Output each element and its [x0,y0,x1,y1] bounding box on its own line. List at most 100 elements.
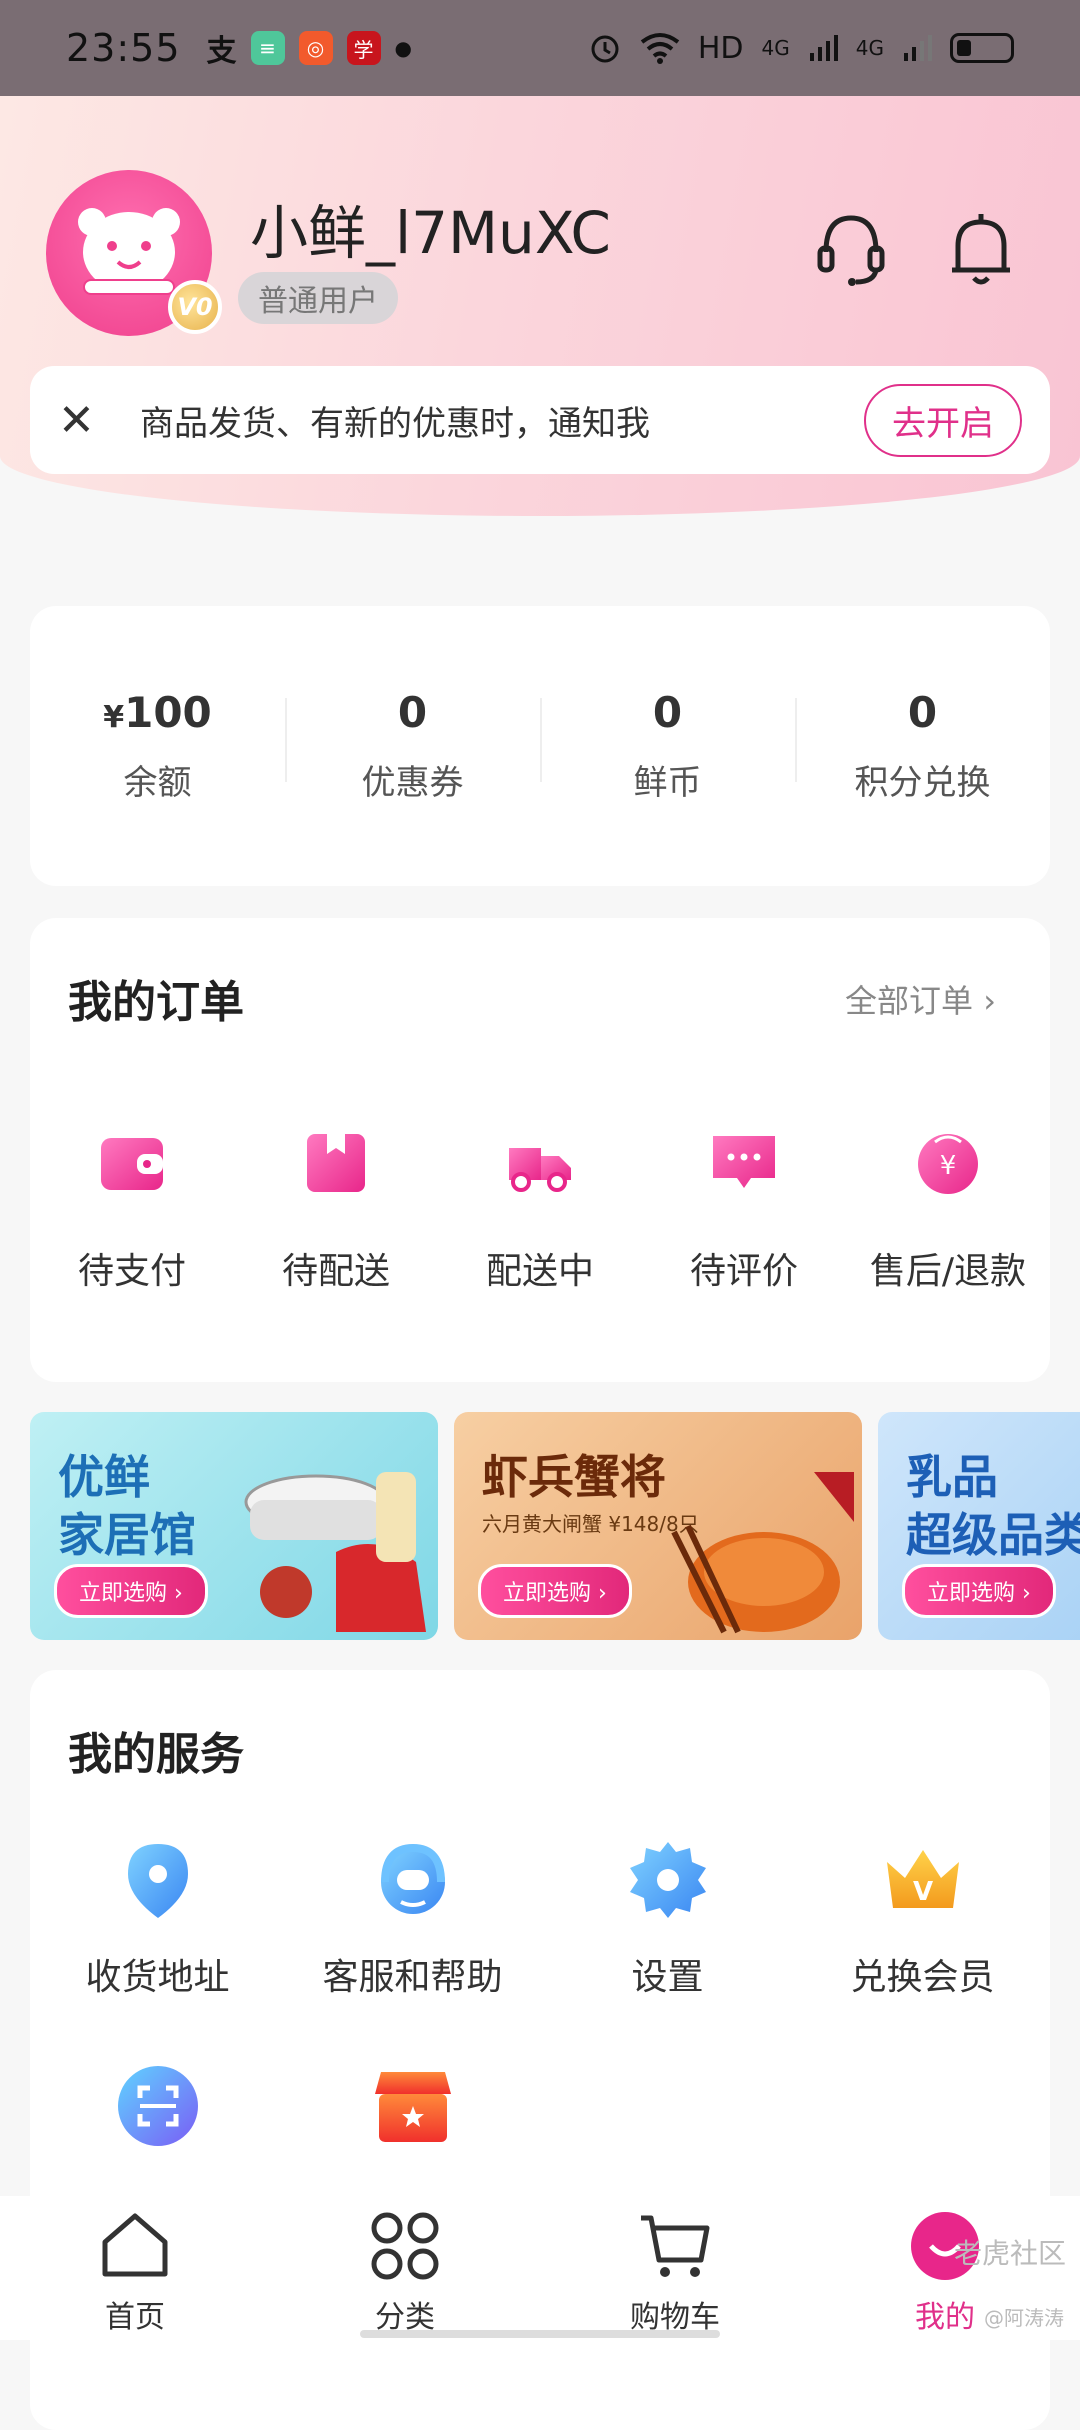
watermark-subtext: @阿涛涛 [984,2306,1064,2330]
asset-coupons[interactable]: 0 优惠券 [285,688,540,804]
service-help[interactable]: 客服和帮助 [285,1838,540,2064]
app-red-icon: 学 [346,31,381,65]
order-label: 待评价 [689,1251,798,1292]
banner-title-line1: 优鲜 [58,1450,150,1504]
tab-home[interactable]: 首页 [0,2196,270,2340]
banner-title: 乳品 超级品类 [906,1448,1080,1564]
comment-icon [713,1136,775,1188]
asset-label: 积分兑换 [854,763,991,803]
vip-badge: V0 [168,280,222,334]
username[interactable]: 小鲜_l7MuXC [250,186,611,270]
home-icon [102,2213,168,2277]
order-status-row: 待支付 待配送 配送中 待评价 ¥ 售后/退款 [30,1128,1050,1294]
refund-icon: ¥ [918,1134,978,1194]
banner-title-line1: 乳品 [906,1450,998,1504]
service-label: 客服和帮助 [322,1957,503,1998]
service-label: 设置 [631,1957,704,1998]
signal-icon-2 [904,35,932,61]
coins-value: 0 [652,688,683,737]
status-right: HD 4G 4G [588,31,1014,66]
service-label: 收货地址 [85,1957,230,1998]
service-membership[interactable]: V 兑换会员 [795,1838,1050,2064]
user-level-badge: 普通用户 [238,272,398,324]
signal-1-label: 4G [761,36,790,60]
wifi-icon [640,33,680,64]
banner-title: 优鲜 家居馆 [58,1448,196,1564]
notification-prompt-text: 商品发货、有新的优惠时，通知我 [140,403,650,444]
order-in-delivery[interactable]: 配送中 [438,1128,642,1294]
banner-dairy[interactable]: 乳品 超级品类 立即选购 › [878,1412,1080,1640]
location-icon [127,1844,188,1918]
banner-cta[interactable]: 立即选购 › [478,1564,632,1618]
tab-cart[interactable]: 购物车 [540,2196,810,2340]
order-after-sales[interactable]: ¥ 售后/退款 [846,1128,1050,1294]
banner-cta[interactable]: 立即选购 › [54,1564,208,1618]
watermark-text: 老虎社区 [953,2237,1066,2270]
network-label: HD [697,30,744,66]
order-label: 待支付 [77,1251,186,1292]
banner-title-line2: 超级品类 [906,1508,1080,1562]
status-bar: 23:55 支 ≡ ◎ 学 ● HD 4G 4G [0,0,1080,96]
order-pending-review[interactable]: 待评价 [642,1128,846,1294]
enable-notification-button[interactable]: 去开启 [864,383,1022,457]
order-pending-payment[interactable]: 待支付 [30,1128,234,1294]
box-icon [307,1134,365,1192]
service-settings[interactable]: 设置 [540,1838,795,2064]
bear-avatar-icon [78,208,180,295]
order-label: 售后/退款 [869,1251,1027,1292]
bottom-tab-bar: 首页 分类 购物车 我的 [0,2196,1080,2340]
assets-card: ¥100 余额 0 优惠券 0 鲜币 0 积分兑换 [30,606,1050,886]
orders-card: 我的订单 全部订单 › 待支付 待配送 配送中 待评价 ¥ 售后/退款 [30,918,1050,1382]
asset-value: ¥100 [30,688,285,737]
asset-coins[interactable]: 0 鲜币 [540,688,795,804]
headset-icon[interactable] [816,210,886,290]
clock: 23:55 [66,26,181,70]
order-label: 待配送 [281,1251,390,1292]
asset-balance[interactable]: ¥100 余额 [30,688,285,804]
crown-icon: V [886,1850,959,1908]
scan-icon [117,2066,198,2146]
order-label: 配送中 [485,1251,594,1292]
notification-prompt: ✕ 商品发货、有新的优惠时，通知我 去开启 [30,366,1050,474]
gear-icon [629,1842,706,1918]
services-title: 我的服务 [68,1729,244,1780]
notification-icons: 支 ≡ ◎ 学 ● [207,26,412,70]
currency-symbol: ¥ [103,700,125,735]
orders-title: 我的订单 [68,977,244,1028]
banner-crab[interactable]: 虾兵蟹将 六月黄大闸蟹 ¥148/8只 立即选购 › [454,1412,862,1640]
dot-icon: ● [394,36,412,60]
banner-title-line2: 家居馆 [58,1508,196,1562]
close-icon[interactable]: ✕ [58,395,118,446]
cart-icon [641,2215,710,2277]
cookware-image [244,1472,426,1632]
tab-category[interactable]: 分类 [270,2196,540,2340]
bell-icon[interactable] [946,210,1016,290]
banner-home-goods[interactable]: 优鲜 家居馆 立即选购 › [30,1412,438,1640]
asset-points[interactable]: 0 积分兑换 [795,688,1050,804]
alarm-icon [591,35,619,63]
order-pending-delivery[interactable]: 待配送 [234,1128,438,1294]
service-address[interactable]: 收货地址 [30,1838,285,2064]
crab-image [671,1472,854,1634]
points-value: 0 [907,688,938,737]
category-icon [371,2212,439,2280]
banner-title: 虾兵蟹将 [482,1450,666,1504]
svg-text:¥: ¥ [940,1151,957,1181]
alipay-icon: 支 [206,34,237,69]
asset-label: 优惠券 [361,763,464,803]
coupons-value: 0 [397,688,428,737]
balance-value: 100 [124,688,212,737]
home-indicator[interactable] [360,2330,720,2338]
asset-label: 余额 [123,763,192,803]
app-orange-icon: ◎ [298,31,333,65]
banner-cta[interactable]: 立即选购 › [902,1564,1056,1618]
promo-banners: 优鲜 家居馆 立即选购 › 虾兵蟹将 六月黄大闸蟹 ¥148/8只 立即选购 › … [30,1412,1080,1642]
app-green-icon: ≡ [250,31,285,65]
store-icon [374,2072,451,2142]
wallet-icon [101,1138,163,1190]
all-orders-link[interactable]: 全部订单 › [845,976,996,1022]
signal-2-label: 4G [855,36,884,60]
tab-label: 首页 [105,2300,165,2335]
service-label: 兑换会员 [850,1957,995,1998]
headset-icon [380,1843,445,1914]
